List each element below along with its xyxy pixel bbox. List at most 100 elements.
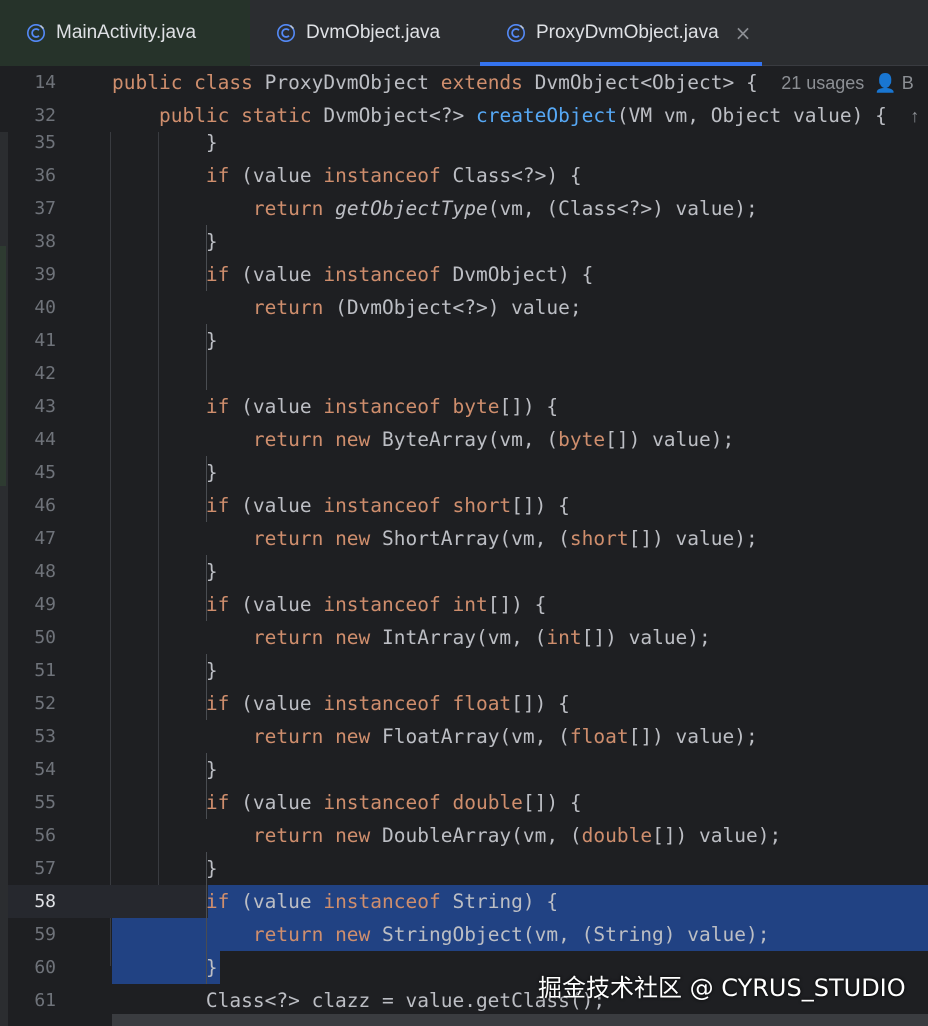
code-line[interactable]: 43 if (value instanceof byte[]) { — [0, 390, 928, 423]
line-number: 49 — [34, 594, 56, 615]
code-editor[interactable]: 35 } 36 if (value instanceof Class<?>) {3… — [0, 66, 928, 1026]
code-token: } — [112, 560, 218, 583]
code-line[interactable]: 40 return (DvmObject<?>) value; — [0, 291, 928, 324]
code-line[interactable]: 50 return new IntArray(vm, (int[]) value… — [0, 621, 928, 654]
code-text: public class ProxyDvmObject extends DvmO… — [112, 66, 914, 100]
code-token: return new — [252, 428, 383, 451]
code-line[interactable]: 32 public static DvmObject<?> createObje… — [0, 99, 928, 132]
code-token: (value — [229, 692, 324, 715]
line-number: 61 — [34, 990, 56, 1011]
code-line[interactable]: 47 return new ShortArray(vm, (short[]) v… — [0, 522, 928, 555]
tab-2[interactable]: DvmObject.java — [250, 0, 480, 66]
code-line[interactable]: 37 return getObjectType(vm, (Class<?>) v… — [0, 192, 928, 225]
code-token: ShortArray(vm, ( — [382, 527, 570, 550]
code-token: []) value); — [628, 725, 758, 748]
indent-guide — [206, 555, 207, 621]
code-line[interactable]: 56 return new DoubleArray(vm, (double[])… — [0, 819, 928, 852]
code-line[interactable]: 48 } — [0, 555, 928, 588]
code-line[interactable]: 59 return new StringObject(vm, (String) … — [0, 918, 928, 951]
sticky-lines[interactable]: 14 public class ProxyDvmObject extends Dv… — [0, 66, 928, 132]
close-tab-icon[interactable]: × — [735, 21, 752, 45]
code-text: if (value instanceof double[]) { — [112, 786, 582, 819]
code-token: []) value); — [628, 527, 758, 550]
line-number: 47 — [34, 528, 56, 549]
code-line[interactable]: 55 if (value instanceof double[]) { — [0, 786, 928, 819]
code-token: (value — [229, 593, 324, 616]
code-line[interactable]: 51 } — [0, 654, 928, 687]
code-token: if — [205, 890, 230, 913]
code-token: } — [112, 659, 218, 682]
line-number: 37 — [34, 198, 56, 219]
code-text: return new DoubleArray(vm, (double[]) va… — [112, 819, 781, 852]
code-text: if (value instanceof int[]) { — [112, 588, 546, 621]
code-token: ByteArray(vm, ( — [382, 428, 559, 451]
code-token: []) value); — [652, 824, 782, 847]
code-line[interactable]: 58 if (value instanceof String) { — [0, 885, 928, 918]
code-text: if (value instanceof short[]) { — [112, 489, 570, 522]
code-token: []) value); — [605, 428, 735, 451]
code-line[interactable]: 44 return new ByteArray(vm, (byte[]) val… — [0, 423, 928, 456]
code-token: if — [205, 494, 230, 517]
line-number: 55 — [34, 792, 56, 813]
code-token: (value — [229, 890, 324, 913]
code-token: []) { — [511, 692, 570, 715]
code-text: Class<?> clazz = value.getClass(); — [112, 984, 605, 1017]
horizontal-scrollbar[interactable] — [112, 1014, 928, 1026]
code-text: } — [112, 852, 218, 885]
code-token: extends — [440, 71, 535, 94]
code-token: return — [252, 197, 336, 220]
code-token: 21 usages — [781, 73, 875, 93]
code-line[interactable]: 54 } — [0, 753, 928, 786]
code-token: return new — [252, 725, 383, 748]
code-line[interactable]: 46 if (value instanceof short[]) { — [0, 489, 928, 522]
code-token: ProxyDvmObject — [264, 71, 441, 94]
code-line[interactable]: 39 if (value instanceof DvmObject) { — [0, 258, 928, 291]
code-token: instanceof — [323, 263, 441, 286]
code-text: return getObjectType(vm, (Class<?>) valu… — [112, 192, 758, 225]
code-line[interactable]: 14 public class ProxyDvmObject extends Dv… — [0, 66, 928, 99]
code-line[interactable]: 45 } — [0, 456, 928, 489]
code-text: } — [112, 654, 218, 687]
code-line[interactable]: 49 if (value instanceof int[]) { — [0, 588, 928, 621]
code-token: DoubleArray(vm, ( — [382, 824, 582, 847]
code-token: (DvmObject<?>) value; — [323, 296, 582, 319]
indent-guide — [206, 918, 207, 984]
code-text: } — [112, 324, 218, 357]
tab-3[interactable]: ProxyDvmObject.java × — [480, 0, 762, 66]
line-number: 39 — [34, 264, 56, 285]
code-line[interactable]: 42 — [0, 357, 928, 390]
code-token: Class<?> clazz = value.getClass(); — [112, 989, 606, 1012]
code-line[interactable]: 53 return new FloatArray(vm, (float[]) v… — [0, 720, 928, 753]
code-token: getObjectType — [335, 197, 488, 220]
code-text: return new IntArray(vm, (int[]) value); — [112, 621, 711, 654]
line-number: 56 — [34, 825, 56, 846]
code-line[interactable]: 57 } — [0, 852, 928, 885]
code-token: []) { — [522, 791, 582, 814]
code-token: (value — [229, 494, 324, 517]
line-number: 38 — [34, 231, 56, 252]
code-token: String) { — [440, 890, 559, 913]
code-token: int — [546, 626, 582, 649]
line-number: 45 — [34, 462, 56, 483]
code-token: []) { — [499, 395, 559, 418]
code-line[interactable]: 41 } — [0, 324, 928, 357]
tab-1[interactable]: MainActivity.java — [0, 0, 250, 66]
code-line[interactable]: 36 if (value instanceof Class<?>) { — [0, 159, 928, 192]
code-token: []) value); — [581, 626, 711, 649]
tab-label: ProxyDvmObject.java — [536, 22, 719, 43]
code-token: IntArray(vm, ( — [382, 626, 547, 649]
code-line[interactable]: 52 if (value instanceof float[]) { — [0, 687, 928, 720]
code-token: if — [205, 164, 230, 187]
line-number: 40 — [34, 297, 56, 318]
code-token: if — [205, 593, 230, 616]
code-token: instanceof int — [323, 593, 488, 616]
code-token: DvmObject) { — [440, 263, 594, 286]
code-token: Class<?>) { — [440, 164, 582, 187]
code-line[interactable]: 38 } — [0, 225, 928, 258]
code-token: (vm, (Class<?>) value); — [487, 197, 758, 220]
